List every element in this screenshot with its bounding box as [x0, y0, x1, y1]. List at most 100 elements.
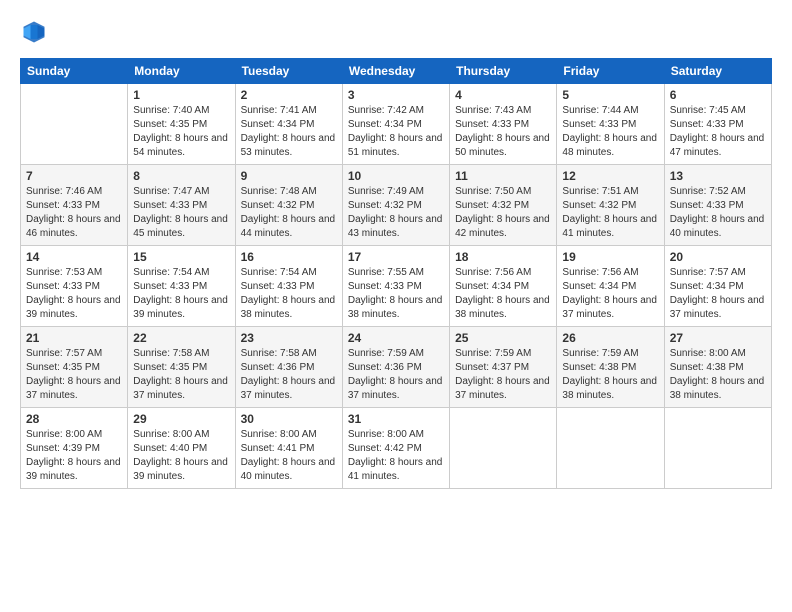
day-number: 11 [455, 169, 551, 183]
calendar-header-row: SundayMondayTuesdayWednesdayThursdayFrid… [21, 59, 772, 84]
day-number: 17 [348, 250, 444, 264]
logo [20, 18, 52, 46]
day-number: 29 [133, 412, 229, 426]
calendar-cell: 27 Sunrise: 8:00 AMSunset: 4:38 PMDayligh… [664, 327, 771, 408]
calendar-cell: 10 Sunrise: 7:49 AMSunset: 4:32 PMDayligh… [342, 165, 449, 246]
cell-info: Sunrise: 7:56 AMSunset: 4:34 PMDaylight:… [562, 267, 657, 320]
day-number: 18 [455, 250, 551, 264]
day-number: 27 [670, 331, 766, 345]
cell-info: Sunrise: 7:57 AMSunset: 4:35 PMDaylight:… [26, 348, 121, 401]
calendar-cell: 23 Sunrise: 7:58 AMSunset: 4:36 PMDayligh… [235, 327, 342, 408]
day-number: 12 [562, 169, 658, 183]
calendar-cell: 28 Sunrise: 8:00 AMSunset: 4:39 PMDayligh… [21, 408, 128, 489]
day-header-monday: Monday [128, 59, 235, 84]
cell-info: Sunrise: 8:00 AMSunset: 4:41 PMDaylight:… [241, 429, 336, 482]
calendar-cell: 4Sunrise: 7:43 AMSunset: 4:33 PMDaylight… [450, 84, 557, 165]
cell-info: Sunrise: 7:49 AMSunset: 4:32 PMDaylight:… [348, 186, 443, 239]
calendar-cell: 21 Sunrise: 7:57 AMSunset: 4:35 PMDayligh… [21, 327, 128, 408]
page: SundayMondayTuesdayWednesdayThursdayFrid… [0, 0, 792, 612]
cell-info: Sunrise: 7:57 AMSunset: 4:34 PMDaylight:… [670, 267, 765, 320]
calendar-week-1: 1 Sunrise: 7:40 AMSunset: 4:35 PMDaylight… [21, 84, 772, 165]
cell-info: Sunrise: 7:58 AMSunset: 4:36 PMDaylight:… [241, 348, 336, 401]
cell-info: Sunrise: 7:45 AMSunset: 4:33 PMDaylight:… [670, 105, 765, 158]
day-number: 25 [455, 331, 551, 345]
day-number: 31 [348, 412, 444, 426]
day-number: 22 [133, 331, 229, 345]
calendar-cell: 11 Sunrise: 7:50 AMSunset: 4:32 PMDayligh… [450, 165, 557, 246]
calendar-cell: 12 Sunrise: 7:51 AMSunset: 4:32 PMDayligh… [557, 165, 664, 246]
day-number: 20 [670, 250, 766, 264]
calendar-cell: 31 Sunrise: 8:00 AMSunset: 4:42 PMDayligh… [342, 408, 449, 489]
calendar-cell [21, 84, 128, 165]
calendar-cell: 29 Sunrise: 8:00 AMSunset: 4:40 PMDayligh… [128, 408, 235, 489]
cell-info: Sunrise: 7:52 AMSunset: 4:33 PMDaylight:… [670, 186, 765, 239]
day-number: 7 [26, 169, 122, 183]
day-number: 8 [133, 169, 229, 183]
cell-info: Sunrise: 7:42 AMSunset: 4:34 PMDaylight:… [348, 105, 443, 158]
day-number: 2 [241, 88, 337, 102]
calendar-week-4: 21 Sunrise: 7:57 AMSunset: 4:35 PMDayligh… [21, 327, 772, 408]
calendar-cell: 13 Sunrise: 7:52 AMSunset: 4:33 PMDayligh… [664, 165, 771, 246]
calendar-cell: 2 Sunrise: 7:41 AMSunset: 4:34 PMDaylight… [235, 84, 342, 165]
cell-info: Sunrise: 8:00 AMSunset: 4:39 PMDaylight:… [26, 429, 121, 482]
day-number: 14 [26, 250, 122, 264]
cell-info: Sunrise: 7:59 AMSunset: 4:36 PMDaylight:… [348, 348, 443, 401]
calendar-cell: 30 Sunrise: 8:00 AMSunset: 4:41 PMDayligh… [235, 408, 342, 489]
day-number: 10 [348, 169, 444, 183]
day-header-saturday: Saturday [664, 59, 771, 84]
cell-info: Sunrise: 8:00 AMSunset: 4:42 PMDaylight:… [348, 429, 443, 482]
cell-info: Sunrise: 7:40 AMSunset: 4:35 PMDaylight:… [133, 105, 228, 158]
calendar-cell: 6 Sunrise: 7:45 AMSunset: 4:33 PMDaylight… [664, 84, 771, 165]
calendar-cell: 24 Sunrise: 7:59 AMSunset: 4:36 PMDayligh… [342, 327, 449, 408]
cell-info: Sunrise: 7:58 AMSunset: 4:35 PMDaylight:… [133, 348, 228, 401]
calendar-cell: 1 Sunrise: 7:40 AMSunset: 4:35 PMDaylight… [128, 84, 235, 165]
day-number: 30 [241, 412, 337, 426]
day-number: 19 [562, 250, 658, 264]
day-number: 15 [133, 250, 229, 264]
calendar-cell: 8Sunrise: 7:47 AMSunset: 4:33 PMDaylight… [128, 165, 235, 246]
day-number: 16 [241, 250, 337, 264]
calendar-table: SundayMondayTuesdayWednesdayThursdayFrid… [20, 58, 772, 489]
day-number: 13 [670, 169, 766, 183]
day-header-thursday: Thursday [450, 59, 557, 84]
day-header-sunday: Sunday [21, 59, 128, 84]
calendar-cell: 20 Sunrise: 7:57 AMSunset: 4:34 PMDayligh… [664, 246, 771, 327]
calendar-cell: 17 Sunrise: 7:55 AMSunset: 4:33 PMDayligh… [342, 246, 449, 327]
cell-info: Sunrise: 8:00 AMSunset: 4:40 PMDaylight:… [133, 429, 228, 482]
cell-info: Sunrise: 7:44 AMSunset: 4:33 PMDaylight:… [562, 105, 657, 158]
cell-info: Sunrise: 7:55 AMSunset: 4:33 PMDaylight:… [348, 267, 443, 320]
day-number: 1 [133, 88, 229, 102]
calendar-week-5: 28 Sunrise: 8:00 AMSunset: 4:39 PMDayligh… [21, 408, 772, 489]
day-header-tuesday: Tuesday [235, 59, 342, 84]
cell-info: Sunrise: 7:56 AMSunset: 4:34 PMDaylight:… [455, 267, 550, 320]
calendar-week-3: 14 Sunrise: 7:53 AMSunset: 4:33 PMDayligh… [21, 246, 772, 327]
cell-info: Sunrise: 7:48 AMSunset: 4:32 PMDaylight:… [241, 186, 336, 239]
cell-info: Sunrise: 7:50 AMSunset: 4:32 PMDaylight:… [455, 186, 550, 239]
header [20, 18, 772, 46]
day-number: 3 [348, 88, 444, 102]
cell-info: Sunrise: 8:00 AMSunset: 4:38 PMDaylight:… [670, 348, 765, 401]
day-number: 23 [241, 331, 337, 345]
calendar-cell: 22 Sunrise: 7:58 AMSunset: 4:35 PMDayligh… [128, 327, 235, 408]
cell-info: Sunrise: 7:53 AMSunset: 4:33 PMDaylight:… [26, 267, 121, 320]
calendar-cell: 3 Sunrise: 7:42 AMSunset: 4:34 PMDaylight… [342, 84, 449, 165]
day-number: 9 [241, 169, 337, 183]
calendar-week-2: 7 Sunrise: 7:46 AMSunset: 4:33 PMDaylight… [21, 165, 772, 246]
cell-info: Sunrise: 7:59 AMSunset: 4:37 PMDaylight:… [455, 348, 550, 401]
calendar-cell: 9 Sunrise: 7:48 AMSunset: 4:32 PMDaylight… [235, 165, 342, 246]
cell-info: Sunrise: 7:51 AMSunset: 4:32 PMDaylight:… [562, 186, 657, 239]
day-number: 5 [562, 88, 658, 102]
cell-info: Sunrise: 7:54 AMSunset: 4:33 PMDaylight:… [133, 267, 228, 320]
calendar-cell [664, 408, 771, 489]
day-number: 28 [26, 412, 122, 426]
cell-info: Sunrise: 7:41 AMSunset: 4:34 PMDaylight:… [241, 105, 336, 158]
cell-info: Sunrise: 7:46 AMSunset: 4:33 PMDaylight:… [26, 186, 121, 239]
day-number: 21 [26, 331, 122, 345]
day-number: 6 [670, 88, 766, 102]
calendar-cell: 7 Sunrise: 7:46 AMSunset: 4:33 PMDaylight… [21, 165, 128, 246]
day-number: 4 [455, 88, 551, 102]
day-number: 24 [348, 331, 444, 345]
calendar-cell: 14 Sunrise: 7:53 AMSunset: 4:33 PMDayligh… [21, 246, 128, 327]
calendar-cell: 5 Sunrise: 7:44 AMSunset: 4:33 PMDaylight… [557, 84, 664, 165]
logo-icon [20, 18, 48, 46]
